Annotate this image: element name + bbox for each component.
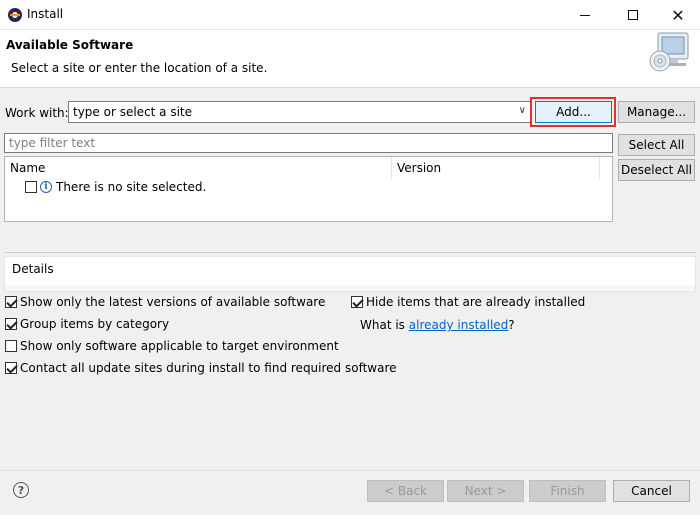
minimize-icon <box>580 14 590 16</box>
info-icon: i <box>40 181 52 193</box>
select-all-button[interactable]: Select All <box>618 134 695 156</box>
what-is-suffix: ? <box>508 318 515 332</box>
window-title: Install <box>27 7 64 21</box>
tree-row-checkbox[interactable] <box>25 181 37 193</box>
maximize-button[interactable] <box>610 0 656 30</box>
hide-installed-label: Hide items that are already installed <box>366 295 586 309</box>
target-environment-label: Show only software applicable to target … <box>20 339 339 353</box>
work-with-value: type or select a site <box>73 105 193 119</box>
option-contact-sites[interactable]: Contact all update sites during install … <box>5 359 397 377</box>
eclipse-icon <box>8 8 22 22</box>
tree-row[interactable]: i There is no site selected. <box>25 178 206 196</box>
details-label: Details <box>12 262 54 276</box>
next-button[interactable]: Next > <box>447 480 524 502</box>
latest-versions-checkbox[interactable] <box>5 296 17 308</box>
work-with-label: Work with: <box>5 106 69 120</box>
no-site-message: There is no site selected. <box>56 180 207 194</box>
latest-versions-label: Show only the latest versions of availab… <box>20 295 326 309</box>
manage-button[interactable]: Manage... <box>618 101 695 123</box>
contact-sites-label: Contact all update sites during install … <box>20 361 397 375</box>
what-is-installed: What is already installed? <box>360 318 515 332</box>
title-bar: Install ✕ <box>0 0 700 30</box>
divider <box>4 252 696 253</box>
column-header-name[interactable]: Name <box>5 157 392 179</box>
group-by-category-label: Group items by category <box>20 317 170 331</box>
option-target-environment[interactable]: Show only software applicable to target … <box>5 337 339 355</box>
option-hide-installed[interactable]: Hide items that are already installed <box>351 293 585 311</box>
help-icon[interactable]: ? <box>13 482 29 498</box>
page-title: Available Software <box>6 38 134 52</box>
contact-sites-checkbox[interactable] <box>5 362 17 374</box>
cancel-button[interactable]: Cancel <box>613 480 690 502</box>
software-tree[interactable]: Name Version i There is no site selected… <box>4 156 613 222</box>
maximize-icon <box>628 10 638 20</box>
add-site-button[interactable]: Add... <box>535 101 612 123</box>
page-subtitle: Select a site or enter the location of a… <box>11 61 268 75</box>
deselect-all-button[interactable]: Deselect All <box>618 159 695 181</box>
close-button[interactable]: ✕ <box>655 0 700 30</box>
option-latest-versions[interactable]: Show only the latest versions of availab… <box>5 293 325 311</box>
chevron-down-icon[interactable]: ∨ <box>519 105 526 116</box>
details-panel: Details <box>4 256 696 292</box>
filter-placeholder: type filter text <box>9 136 96 150</box>
target-environment-checkbox[interactable] <box>5 340 17 352</box>
details-scroll-area <box>5 285 695 291</box>
header-banner: Available Software Select a site or ente… <box>0 30 700 88</box>
close-icon: ✕ <box>671 5 685 25</box>
install-wizard-icon <box>649 32 689 72</box>
what-is-prefix: What is <box>360 318 409 332</box>
group-by-category-checkbox[interactable] <box>5 318 17 330</box>
finish-button[interactable]: Finish <box>529 480 606 502</box>
column-header-version[interactable]: Version <box>392 157 600 179</box>
footer-divider <box>0 470 700 471</box>
already-installed-link[interactable]: already installed <box>409 318 509 332</box>
work-with-combo[interactable]: type or select a site ∨ <box>68 101 531 123</box>
filter-input[interactable]: type filter text <box>4 133 613 153</box>
back-button[interactable]: < Back <box>367 480 444 502</box>
hide-installed-checkbox[interactable] <box>351 296 363 308</box>
option-group-by-category[interactable]: Group items by category <box>5 315 169 333</box>
minimize-button[interactable] <box>562 0 608 30</box>
